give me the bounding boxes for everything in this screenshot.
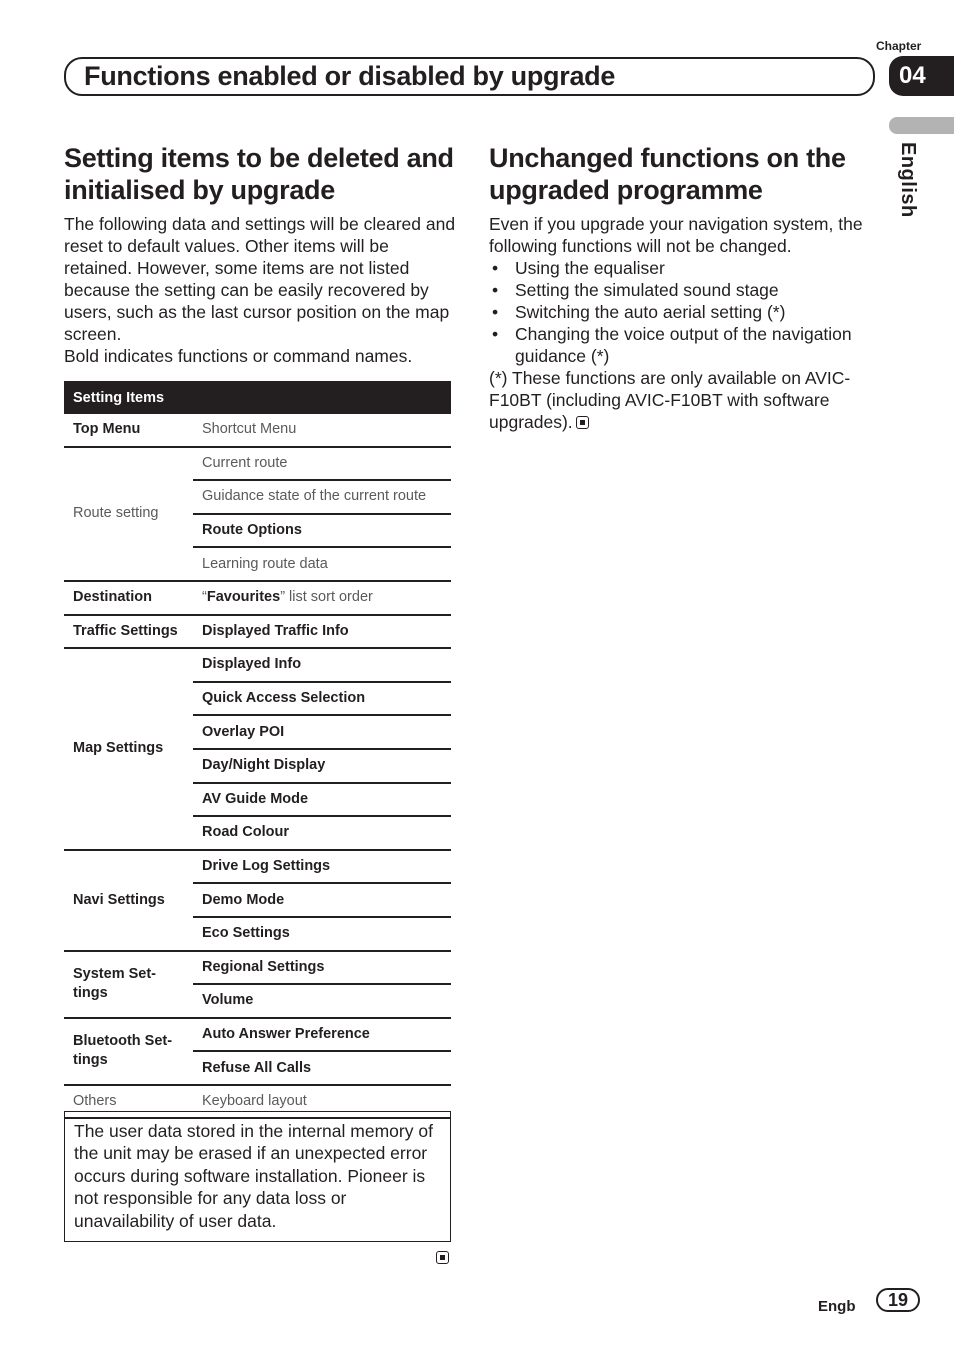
footnote-text: (*) These functions are only available o… [489, 368, 851, 432]
table-item: Auto Answer Preference [193, 1017, 451, 1053]
list-item-text: Using the equaliser [515, 258, 665, 278]
table-item: Drive Log Settings [193, 849, 451, 885]
table-item: Refuse All Calls [193, 1051, 451, 1086]
table-item: Day/Night Display [193, 748, 451, 784]
table-item: Overlay POI [193, 715, 451, 750]
table-row: Map Settings Displayed Info [64, 648, 451, 851]
table-item: Route Options [193, 513, 451, 549]
table-row: Top Menu Shortcut Menu [64, 414, 451, 448]
table-header: Setting Items [64, 381, 451, 414]
list-item-text: Changing the voice output of the navigat… [515, 324, 852, 366]
page-number: 19 [876, 1288, 920, 1312]
deleted-items-intro: The following data and settings will be … [64, 213, 456, 367]
table-item: Road Colour [193, 816, 451, 851]
list-item: • Switching the auto aerial setting (*) [489, 301, 879, 323]
chapter-number: 04 [889, 56, 954, 96]
table-row: Traffic Settings Displayed Traffic Info [64, 614, 451, 650]
language-tab-label: English [897, 142, 919, 218]
page-title: Functions enabled or disabled by upgrade [84, 61, 616, 91]
table-item: Regional Settings [193, 950, 451, 986]
intro-text: The following data and settings will be … [64, 214, 456, 344]
table-item: Volume [193, 984, 451, 1019]
table-item: Shortcut Menu [193, 414, 451, 448]
table-item: Learning route data [193, 547, 451, 582]
list-item: • Changing the voice output of the naviga… [489, 323, 879, 367]
list-item-text: Switching the auto aerial setting (*) [515, 302, 786, 322]
table-item: Demo Mode [193, 883, 451, 918]
table-item: Displayed Info [193, 648, 451, 683]
list-item: • Using the equaliser [489, 257, 879, 279]
table-row: System Set-tings Regional Settings [64, 950, 451, 1019]
bullet-icon: • [492, 324, 499, 344]
bullet-icon: • [492, 302, 499, 322]
table-category: Bluetooth Set-tings [64, 1017, 193, 1086]
table-item: Current route [193, 446, 451, 482]
data-loss-note: The user data stored in the internal mem… [64, 1111, 451, 1242]
unchanged-intro: Even if you upgrade your navigation syst… [489, 214, 863, 256]
table-row: Bluetooth Set-tings Auto Answer Preferenc… [64, 1017, 451, 1086]
table-category: Map Settings [64, 648, 193, 851]
language-tab-bar [889, 117, 954, 134]
footnote: (*) These functions are only available o… [489, 367, 879, 433]
end-of-section-icon [436, 1251, 449, 1264]
setting-items-table: Setting Items Top Menu Shortcut Menu Route… [64, 381, 451, 1120]
table-category: Destination [64, 580, 193, 616]
table-item: Guidance state of the current route [193, 480, 451, 515]
unchanged-functions-list: • Using the equaliser • Setting the simulat… [489, 257, 879, 367]
table-item: “Favourites” list sort order [193, 580, 451, 616]
language-code: Engb [818, 1298, 856, 1315]
end-of-section-icon [575, 416, 589, 429]
table-category: Route setting [64, 446, 193, 582]
table-category: Traffic Settings [64, 614, 193, 650]
table-category: Top Menu [64, 414, 193, 448]
table-body: Top Menu Shortcut Menu Route setting Curren… [64, 414, 451, 1120]
table-row: Navi Settings Drive Log Settings [64, 849, 451, 952]
section-heading-unchanged-functions: Unchanged functions on the upgraded prog… [489, 143, 846, 205]
list-item-text: Setting the simulated sound stage [515, 280, 779, 300]
table-category: System Set-tings [64, 950, 193, 1019]
section-heading-deleted-items: Setting items to be deleted and initiali… [64, 143, 454, 205]
table-item: Displayed Traffic Info [193, 614, 451, 650]
table-category: Navi Settings [64, 849, 193, 952]
chapter-label: Chapter [876, 39, 922, 53]
table-item: Quick Access Selection [193, 681, 451, 717]
bold-note: Bold indicates functions or command name… [64, 346, 413, 366]
unchanged-functions-body: Even if you upgrade your navigation syst… [489, 213, 879, 433]
table-header-row: Setting Items [64, 381, 451, 414]
table-item: AV Guide Mode [193, 782, 451, 818]
bullet-icon: • [492, 258, 499, 278]
list-item: • Setting the simulated sound stage [489, 279, 879, 301]
table-item: Eco Settings [193, 916, 451, 952]
table-row: Destination “Favourites” list sort order [64, 580, 451, 616]
bullet-icon: • [492, 280, 499, 300]
table-row: Route setting Current route [64, 446, 451, 582]
